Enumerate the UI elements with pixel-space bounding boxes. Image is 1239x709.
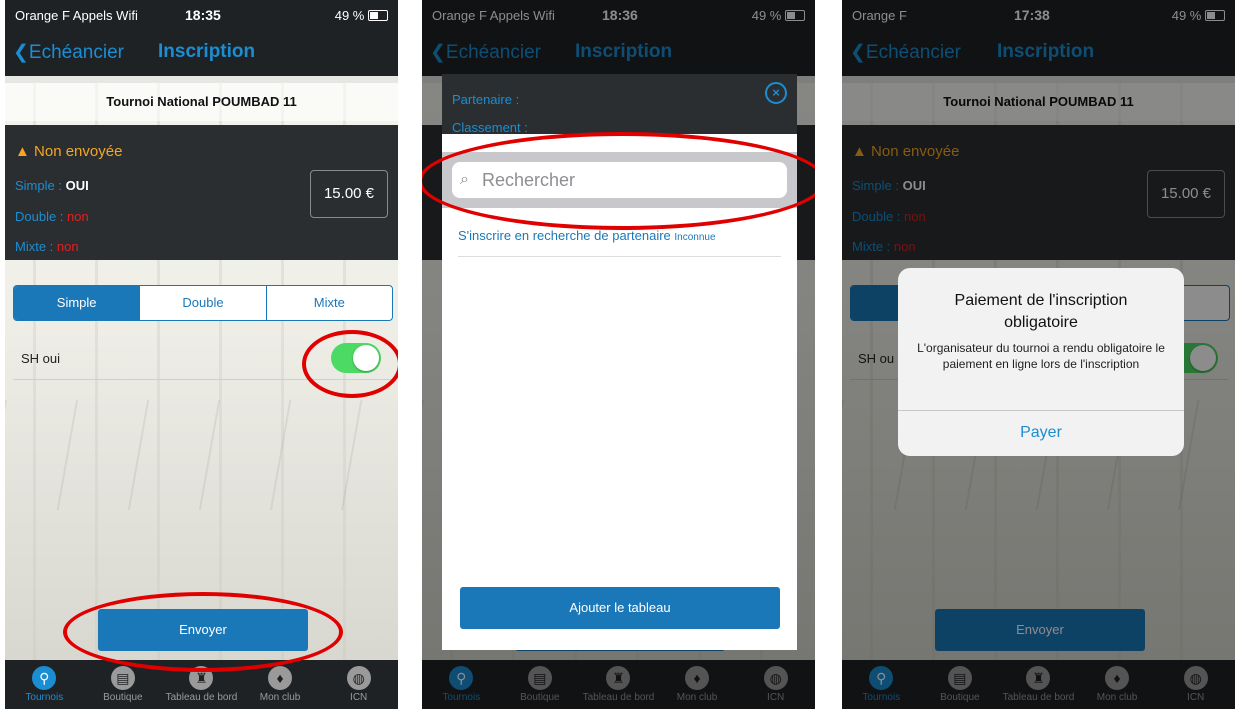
- simple-line: Simple : OUI: [15, 178, 89, 193]
- alert-title: Paiement de l'inscription obligatoire: [954, 292, 1128, 331]
- modal-header: Partenaire : Classement : ×: [442, 74, 797, 135]
- mixte-line: Mixte : non: [15, 239, 79, 254]
- tab-mixte[interactable]: Mixte: [267, 286, 392, 320]
- tabbar-icn[interactable]: ◍ ICN: [319, 660, 398, 709]
- tab-double[interactable]: Double: [140, 286, 267, 320]
- phone-screen-registration: Orange F Appels Wifi 18:35 49 % ❮Echéanc…: [5, 0, 398, 709]
- back-button[interactable]: ❮Echéancier: [13, 41, 124, 64]
- chevron-left-icon: ❮: [13, 42, 29, 63]
- status-bar: Orange F Appels Wifi 18:35 49 %: [5, 0, 398, 30]
- ranking-label: Classement :: [452, 120, 528, 135]
- add-table-button[interactable]: Ajouter le tableau: [460, 587, 780, 629]
- battery-indicator: 49 %: [335, 8, 388, 23]
- payment-alert-dialog: Paiement de l'inscription obligatoire L'…: [898, 268, 1184, 456]
- partner-label: Partenaire :: [452, 92, 520, 107]
- clock: 18:35: [185, 7, 221, 23]
- price-box: 15.00 €: [310, 170, 388, 218]
- pay-button[interactable]: Payer: [898, 410, 1184, 456]
- phone-screen-payment-alert: Orange F 17:38 49 % ❮Echéancier Inscript…: [842, 0, 1235, 709]
- page-title: Inscription: [158, 41, 256, 62]
- highlight-circle: [302, 330, 398, 398]
- battery-icon: [368, 10, 388, 21]
- globe-icon: ◍: [346, 666, 371, 690]
- tournament-name: Tournoi National POUMBAD 11: [5, 83, 398, 121]
- warning-icon: ▲: [15, 143, 30, 160]
- tab-simple[interactable]: Simple: [14, 286, 141, 320]
- divider: [458, 256, 781, 257]
- highlight-circle: [422, 132, 815, 230]
- navigation-bar: ❮Echéancier Inscription: [5, 30, 398, 76]
- highlight-circle: [63, 592, 343, 672]
- double-line: Double : non: [15, 209, 89, 224]
- status-text: ▲ Non envoyée: [15, 143, 123, 160]
- tabbar-tournois[interactable]: ⚲ Tournois: [5, 660, 84, 709]
- carrier-label: Orange F Appels Wifi: [15, 8, 138, 23]
- shirt-icon: ♦: [268, 666, 293, 690]
- alert-message: L'organisateur du tournoi a rendu obliga…: [917, 341, 1165, 371]
- toggle-label: SH oui: [21, 351, 61, 366]
- close-icon[interactable]: ×: [765, 82, 787, 104]
- search-result-item[interactable]: S'inscrire en recherche de partenaire In…: [458, 228, 716, 243]
- cart-icon: ▤: [110, 666, 135, 690]
- category-segmented-control: Simple Double Mixte: [13, 285, 393, 321]
- shuttlecock-icon: ⚲: [32, 666, 57, 690]
- registration-summary: ▲ Non envoyée Simple : OUI Double : non …: [5, 125, 398, 260]
- phone-screen-partner-search: Orange F Appels Wifi 18:36 49 % ❮Echéanc…: [422, 0, 815, 709]
